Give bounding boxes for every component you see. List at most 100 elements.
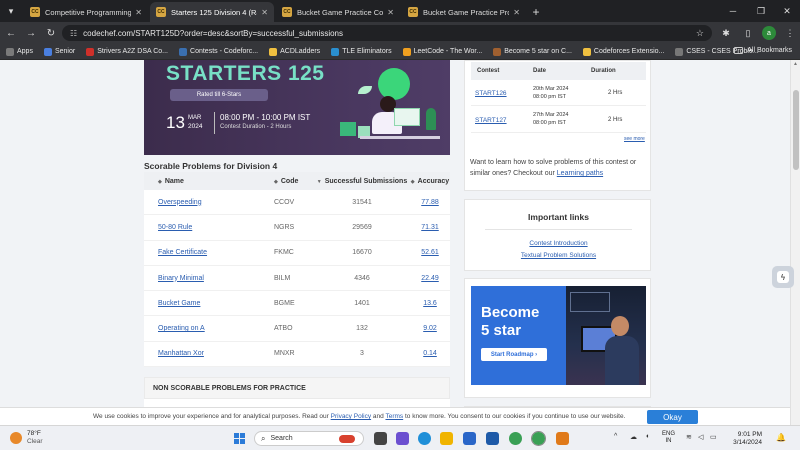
scroll-up-icon[interactable]: ▲ (793, 61, 798, 67)
file-explorer-icon[interactable] (440, 432, 453, 445)
bookmark-tle[interactable]: TLE Eliminators (331, 47, 392, 56)
cookie-text: We use cookies to improve your experienc… (93, 413, 625, 420)
site-info-icon[interactable]: ☷ (70, 29, 77, 38)
tab-search-icon[interactable]: ▾ (0, 0, 22, 22)
problem-link[interactable]: Operating on A (158, 325, 205, 332)
start-roadmap-button[interactable]: Start Roadmap › (481, 348, 547, 361)
problem-link[interactable]: Manhattan Xor (158, 350, 204, 357)
battery-icon[interactable]: ▭ (710, 433, 717, 441)
textual-solutions-link[interactable]: Textual Problem Solutions (465, 252, 652, 259)
bookmark-5star[interactable]: Become 5 star on C... (493, 47, 572, 56)
task-view-icon[interactable] (374, 432, 387, 445)
close-tab-icon[interactable]: ✕ (513, 8, 520, 17)
forward-icon[interactable]: → (22, 24, 40, 42)
notification-bell-icon[interactable]: 🔔 (776, 433, 786, 442)
cookie-okay-button[interactable]: Okay (647, 410, 698, 424)
bookmark-leetcode[interactable]: LeetCode - The Wor... (402, 47, 482, 56)
onedrive-icon[interactable]: ☁ (630, 433, 637, 441)
problem-accuracy-link[interactable]: 0.14 (423, 350, 437, 357)
date-column-header: Date (533, 68, 547, 74)
browser-tab-1[interactable]: CC Competitive Programming and ✕ (24, 2, 148, 22)
reload-icon[interactable]: ↻ (42, 24, 60, 42)
problem-accuracy-link[interactable]: 22.49 (421, 275, 439, 282)
problem-accuracy-link[interactable]: 77.88 (421, 199, 439, 206)
contest-link[interactable]: START126 (475, 90, 507, 97)
volume-icon[interactable]: ◁ (698, 433, 703, 441)
close-tab-icon[interactable]: ✕ (135, 8, 142, 17)
bookmark-cf-extension[interactable]: Codeforces Extensio... (582, 47, 664, 56)
chrome-active-icon[interactable] (531, 431, 546, 446)
start-windows-icon[interactable] (234, 433, 245, 444)
wifi-icon[interactable]: ≋ (686, 433, 692, 441)
page-scrollbar[interactable]: ▲ (790, 60, 800, 425)
new-tab-button[interactable]: + (526, 2, 546, 22)
table-row: Manhattan Xor MNXR 3 0.14 (144, 342, 450, 368)
chrome-icon[interactable] (509, 432, 522, 445)
bookmark-apps[interactable]: Apps (6, 47, 33, 56)
learning-paths-link[interactable]: Learning paths (557, 170, 603, 177)
problem-code: BGME (274, 299, 295, 307)
subs-column-header[interactable]: ▼ Successful Submissions (314, 178, 410, 185)
problem-accuracy-link[interactable]: 13.6 (423, 300, 437, 307)
copilot-icon[interactable]: ◐ (646, 433, 650, 440)
all-bookmarks[interactable]: All Bookmarks (734, 47, 792, 54)
problem-link[interactable]: Bucket Game (158, 300, 200, 307)
problem-link[interactable]: Fake Certificate (158, 249, 207, 256)
ad-person (605, 336, 639, 385)
back-icon[interactable]: ← (2, 24, 20, 42)
contest-link[interactable]: START127 (475, 117, 507, 124)
system-clock[interactable]: 9:01 PM 3/14/2024 (726, 431, 762, 447)
scrollbar-thumb[interactable] (793, 90, 799, 170)
browser-tab-2[interactable]: CC Starters 125 Division 4 (Rated) ✕ (150, 2, 274, 22)
bookmark-star-icon[interactable]: ☆ (696, 28, 704, 39)
store-icon[interactable] (463, 432, 476, 445)
see-more-link[interactable]: see more (624, 136, 645, 142)
browser-tab-4[interactable]: CC Bucket Game Practice Problem ✕ (402, 2, 526, 22)
code-column-header[interactable]: ◆ Code (264, 178, 314, 185)
name-column-header[interactable]: ◆ Name (144, 178, 264, 185)
contest-duration: 2 Hrs (608, 90, 623, 96)
privacy-policy-link[interactable]: Privacy Policy (331, 413, 371, 420)
bookmark-strivers[interactable]: Strivers A2Z DSA Co... (86, 47, 168, 56)
close-tab-icon[interactable]: ✕ (387, 8, 394, 17)
become-5star-ad[interactable]: Become 5 star Start Roadmap › (471, 286, 646, 385)
browser-tab-3[interactable]: CC Bucket Game Practice Coding P ✕ (276, 2, 400, 22)
weather-widget[interactable]: 78°F Clear (10, 430, 43, 446)
teams-icon[interactable] (396, 432, 409, 445)
search-icon: ⌕ (261, 433, 266, 443)
region-code: IN (665, 438, 672, 444)
problem-link[interactable]: Overspeeding (158, 199, 202, 206)
non-scorable-header[interactable]: NON SCORABLE PROBLEMS FOR PRACTICE (144, 377, 450, 399)
app-icon[interactable] (486, 432, 499, 445)
bookmark-acdladders[interactable]: ACDLadders (269, 47, 320, 56)
contest-introduction-link[interactable]: Contest Introduction (465, 240, 652, 247)
problem-link[interactable]: Binary Minimal (158, 275, 204, 282)
side-panel-icon[interactable]: ▯ (740, 25, 756, 41)
problem-link[interactable]: 50-80 Rule (158, 224, 192, 231)
bookmark-codeforces-contests[interactable]: Contests - Codeforc... (179, 47, 258, 56)
leetcode-icon (402, 47, 411, 56)
edge-icon[interactable] (418, 432, 431, 445)
minimize-icon[interactable]: ─ (720, 0, 746, 22)
close-tab-icon[interactable]: ✕ (261, 8, 268, 17)
extensions-icon[interactable]: ✱ (718, 25, 734, 41)
problem-accuracy-link[interactable]: 71.31 (421, 224, 439, 231)
acc-column-header[interactable]: ◆ Accuracy (410, 178, 450, 185)
bookmark-senior[interactable]: Senior (43, 47, 75, 56)
address-input[interactable]: ☷ codechef.com/START125D?order=desc&sort… (62, 25, 712, 41)
language-indicator[interactable]: ENG IN (662, 431, 675, 445)
maximize-icon[interactable]: ❐ (748, 0, 774, 22)
problem-accuracy-link[interactable]: 52.61 (421, 249, 439, 256)
problem-submissions: 3 (360, 350, 364, 358)
taskbar-search[interactable]: ⌕ Search (254, 431, 364, 446)
banner-year: 2024 (188, 123, 203, 130)
show-hidden-icons[interactable]: ^ (614, 433, 617, 440)
banner-day: 13 (166, 113, 185, 132)
floating-assistant-button[interactable]: ϟ (772, 266, 794, 288)
sublime-icon[interactable] (556, 432, 569, 445)
profile-avatar[interactable]: a (762, 26, 776, 40)
menu-icon[interactable]: ⋮ (782, 25, 798, 41)
terms-link[interactable]: Terms (385, 413, 403, 420)
close-window-icon[interactable]: ✕ (774, 0, 800, 22)
problem-accuracy-link[interactable]: 9.02 (423, 325, 437, 332)
